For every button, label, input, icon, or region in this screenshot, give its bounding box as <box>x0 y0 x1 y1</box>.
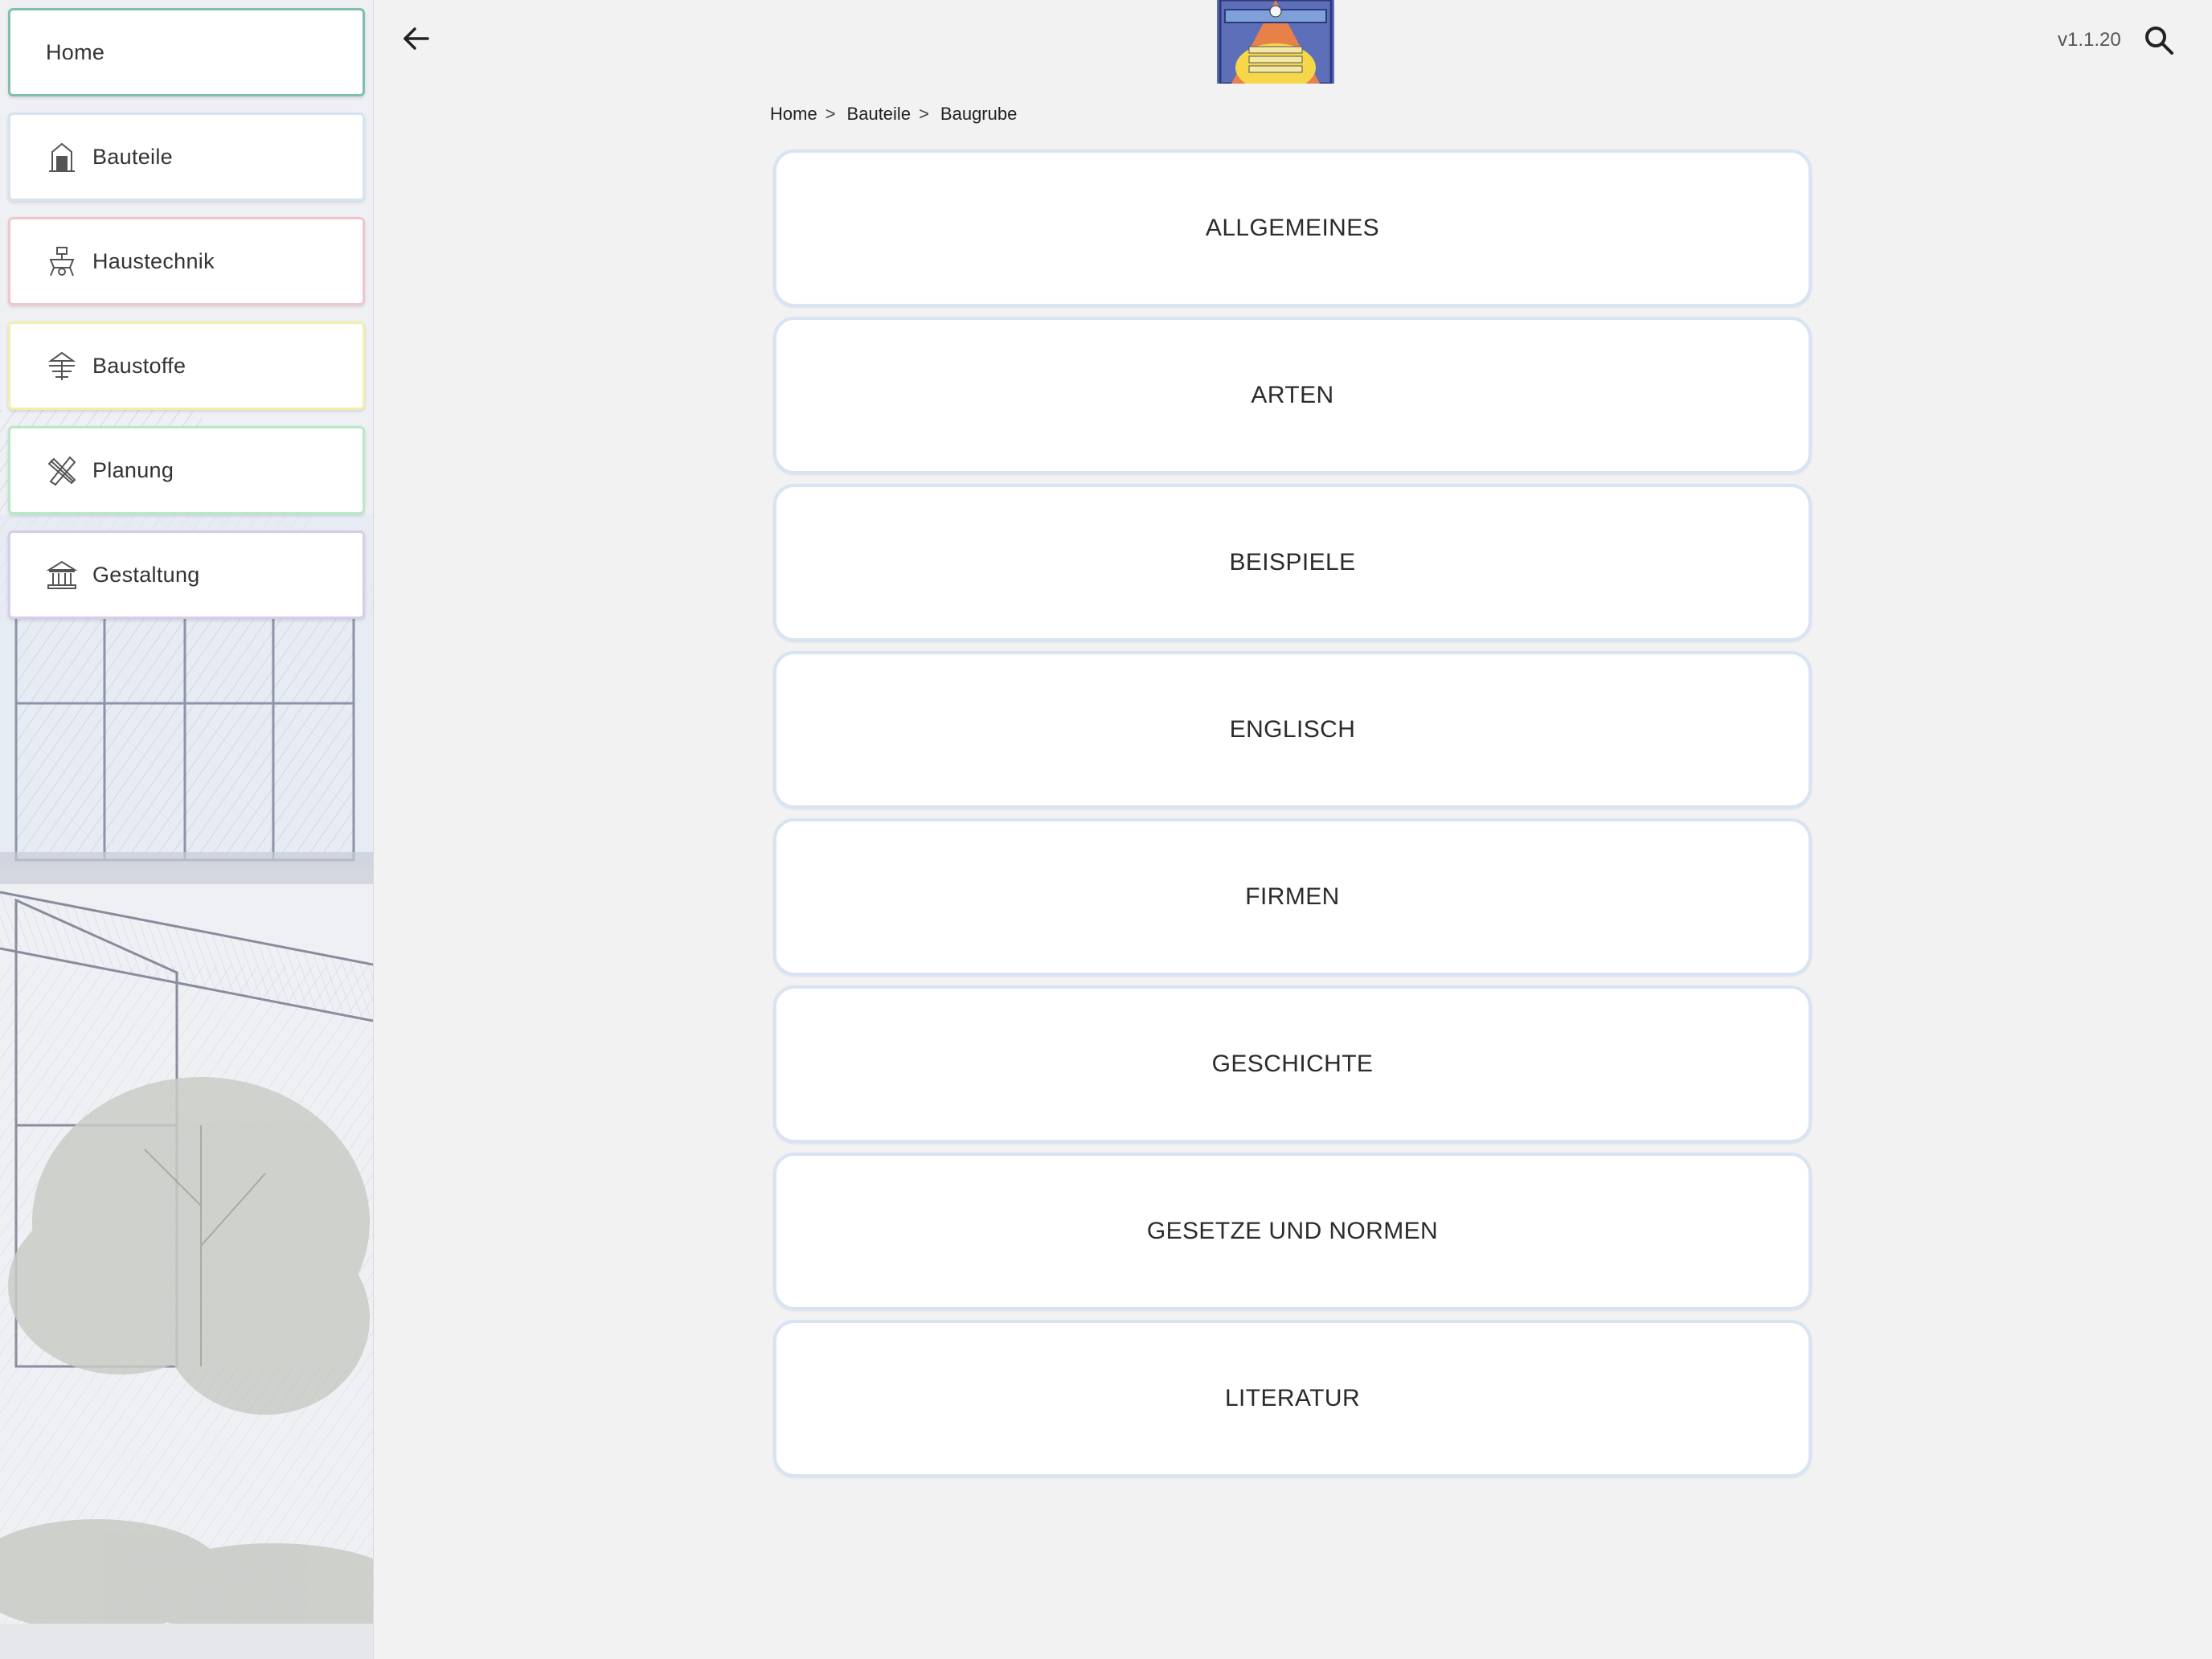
search-icon <box>2145 27 2173 55</box>
category-card-label: GESCHICHTE <box>1211 1051 1374 1077</box>
breadcrumb-current: Baugrube <box>940 104 1018 124</box>
building-component-icon <box>44 139 80 174</box>
drafting-tools-icon <box>44 453 80 488</box>
category-card-literatur[interactable]: LITERATUR <box>773 1320 1812 1477</box>
sidebar-item-bauteile[interactable]: Bauteile <box>8 113 365 201</box>
category-card-gesetze-und-normen[interactable]: GESETZE UND NORMEN <box>773 1153 1812 1310</box>
breadcrumb-separator: > <box>919 104 929 124</box>
breadcrumb: Home > Bauteile > Baugrube <box>770 104 1017 125</box>
sidebar-nav: Home Bauteile Haustechnik Baustoffe Plan… <box>8 8 365 635</box>
sidebar-item-baustoffe[interactable]: Baustoffe <box>8 322 365 410</box>
search-button[interactable] <box>2140 21 2178 59</box>
category-list: ALLGEMEINES ARTEN BEISPIELE ENGLISCH FIR… <box>773 150 1812 1487</box>
category-card-label: GESETZE UND NORMEN <box>1146 1218 1439 1244</box>
classical-building-icon <box>44 557 80 592</box>
version-label: v1.1.20 <box>2058 29 2121 51</box>
sidebar-item-label: Gestaltung <box>92 562 200 587</box>
breadcrumb-home[interactable]: Home <box>770 104 817 125</box>
category-card-firmen[interactable]: FIRMEN <box>773 818 1812 976</box>
arrow-left-icon <box>403 27 429 50</box>
category-card-geschichte[interactable]: GESCHICHTE <box>773 985 1812 1143</box>
sidebar-item-label: Bauteile <box>92 144 173 169</box>
category-card-label: ENGLISCH <box>1229 716 1356 743</box>
breadcrumb-bauteile[interactable]: Bauteile <box>847 104 911 125</box>
building-services-icon <box>44 244 80 279</box>
category-card-label: ARTEN <box>1251 382 1334 408</box>
breadcrumb-separator: > <box>825 104 836 124</box>
back-button[interactable] <box>397 19 436 58</box>
sidebar-item-haustechnik[interactable]: Haustechnik <box>8 217 365 305</box>
app-window: Home Bauteile Haustechnik Baustoffe Plan… <box>0 0 2212 1659</box>
category-card-label: ALLGEMEINES <box>1205 215 1380 241</box>
category-card-englisch[interactable]: ENGLISCH <box>773 651 1812 809</box>
category-card-beispiele[interactable]: BEISPIELE <box>773 484 1812 641</box>
sidebar: Home Bauteile Haustechnik Baustoffe Plan… <box>0 0 374 1659</box>
sidebar-item-planung[interactable]: Planung <box>8 426 365 514</box>
category-card-label: LITERATUR <box>1224 1385 1361 1411</box>
category-card-arten[interactable]: ARTEN <box>773 317 1812 474</box>
sidebar-item-home[interactable]: Home <box>8 8 365 96</box>
sidebar-item-label: Haustechnik <box>92 248 215 273</box>
sidebar-item-label: Planung <box>92 457 174 482</box>
building-materials-icon <box>44 348 80 383</box>
app-logo <box>1217 0 1334 84</box>
category-card-label: FIRMEN <box>1245 883 1340 910</box>
category-card-label: BEISPIELE <box>1229 549 1356 576</box>
sidebar-item-label: Baustoffe <box>92 353 186 378</box>
sidebar-item-gestaltung[interactable]: Gestaltung <box>8 530 365 619</box>
category-card-allgemeines[interactable]: ALLGEMEINES <box>773 150 1812 307</box>
sidebar-item-label: Home <box>46 39 105 64</box>
